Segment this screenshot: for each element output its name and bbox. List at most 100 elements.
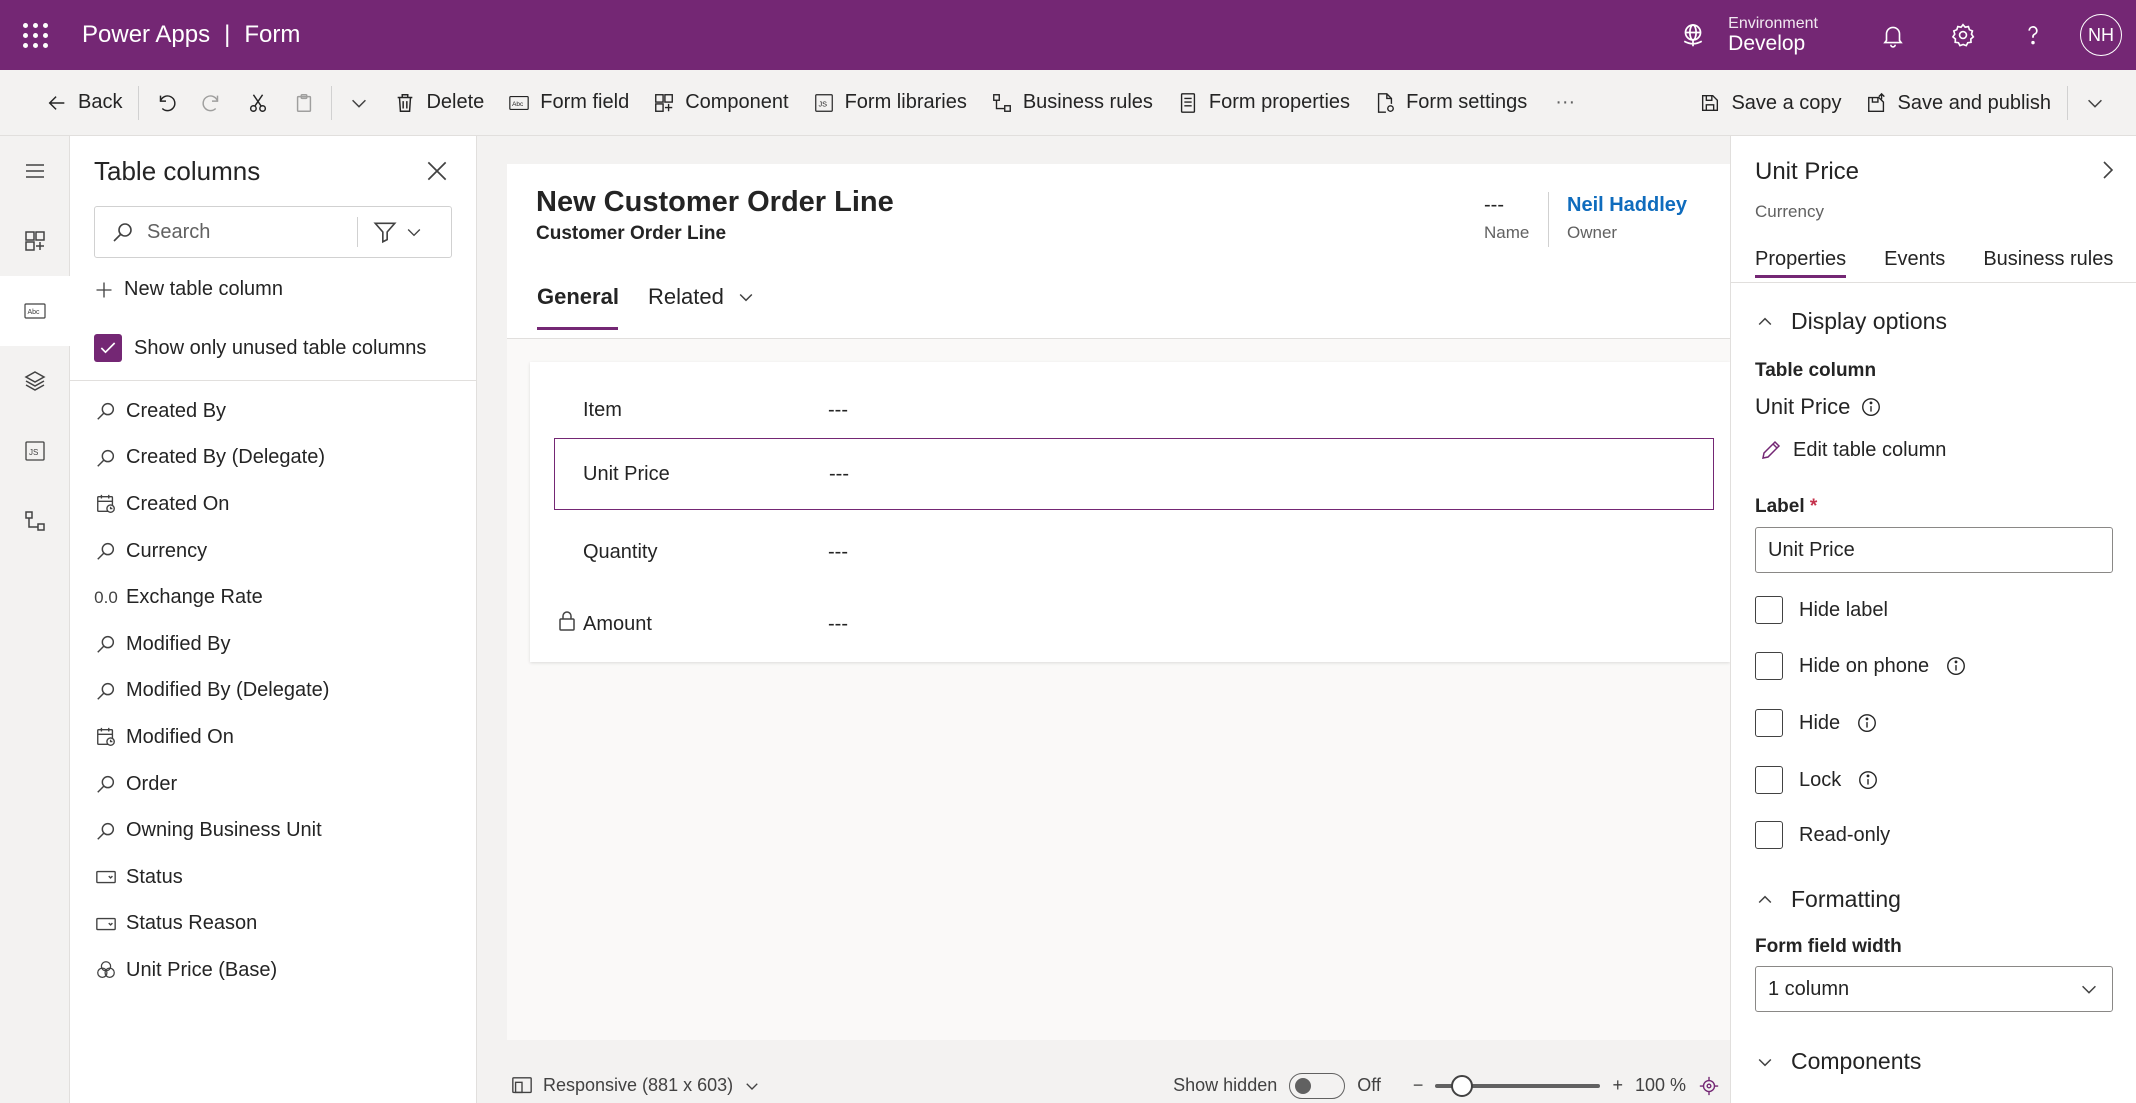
edit-table-column-button[interactable]: Edit table column [1759, 438, 1946, 462]
tab-related[interactable]: Related [648, 284, 756, 310]
layout-picker[interactable]: Responsive (881 x 603) [511, 1075, 761, 1097]
read-only-checkbox[interactable]: Read-only [1755, 821, 1890, 849]
table-column-item[interactable]: Created By (Delegate) [94, 435, 329, 482]
display-options-section[interactable]: Display options [1755, 308, 1947, 335]
components-section[interactable]: Components [1755, 1048, 1921, 1075]
owner-link[interactable]: Neil Haddley [1567, 194, 1687, 217]
checkbox[interactable] [1755, 596, 1783, 624]
table-column-item[interactable]: Modified By (Delegate) [94, 668, 329, 715]
fit-to-screen-icon[interactable] [1698, 1075, 1720, 1097]
field-quantity[interactable]: Quantity --- [530, 516, 1730, 588]
search-input[interactable] [147, 220, 357, 244]
field-item[interactable]: Item --- [530, 374, 1730, 446]
paste-button[interactable] [281, 70, 327, 136]
table-column-item[interactable]: Unit Price (Base) [94, 947, 329, 994]
form-field-button[interactable]: Abc Form field [496, 70, 641, 136]
checkbox[interactable] [1755, 709, 1783, 737]
hide-checkbox[interactable]: Hide [1755, 709, 1878, 737]
form-preview: New Customer Order Line Customer Order L… [507, 164, 1730, 1040]
table-column-item[interactable]: Created By [94, 388, 329, 435]
more-commands-button[interactable]: ··· [1539, 70, 1587, 136]
table-column-item[interactable]: Currency [94, 528, 329, 575]
close-icon[interactable] [424, 158, 450, 184]
rail-components-button[interactable] [0, 206, 70, 276]
environment-picker[interactable]: Environment Develop [1678, 15, 1818, 56]
save-options-button[interactable] [2072, 70, 2136, 136]
form-field-width-select[interactable]: 1 column [1755, 966, 2113, 1012]
tab-events[interactable]: Events [1884, 248, 1945, 278]
help-button[interactable] [1998, 0, 2068, 70]
trash-icon [398, 93, 413, 112]
rail-form-libraries-button[interactable]: JS [0, 416, 70, 486]
label-input[interactable] [1755, 527, 2113, 573]
flow-icon [992, 93, 1011, 112]
table-column-item[interactable]: Status [94, 854, 329, 901]
environment-value: Develop [1728, 32, 1806, 56]
app-name[interactable]: Power Apps [82, 21, 210, 49]
business-rules-label: Business rules [1022, 91, 1153, 113]
text-field-icon: Abc [509, 95, 530, 110]
app-launcher-icon[interactable] [0, 0, 70, 70]
info-icon[interactable] [1945, 655, 1967, 677]
table-column-item[interactable]: Modified By [94, 621, 329, 668]
field-unit-price[interactable]: Unit Price --- [554, 438, 1714, 510]
rail-business-rules-button[interactable] [0, 486, 70, 556]
table-column-heading: Table column [1755, 360, 1877, 381]
filter-button[interactable] [372, 219, 424, 245]
redo-button[interactable] [189, 70, 235, 136]
header-name-field[interactable]: --- Name [1484, 194, 1529, 243]
table-column-item[interactable]: Owning Business Unit [94, 807, 329, 854]
show-hidden-toggle[interactable] [1289, 1072, 1346, 1099]
show-unused-label: Show only unused table columns [134, 336, 427, 359]
table-column-item[interactable]: Created On [94, 481, 329, 528]
checkbox[interactable] [1755, 821, 1783, 849]
chevron-right-icon[interactable] [2095, 158, 2119, 182]
delete-button[interactable]: Delete [382, 70, 496, 136]
settings-button[interactable] [1928, 0, 1998, 70]
paste-options-button[interactable] [336, 70, 382, 136]
zoom-in-button[interactable]: + [1612, 1075, 1623, 1096]
checkbox[interactable] [1755, 766, 1783, 794]
tab-general[interactable]: General [537, 284, 619, 310]
checkbox[interactable] [1755, 652, 1783, 680]
hide-label-checkbox[interactable]: Hide label [1755, 596, 1888, 624]
undo-button[interactable] [143, 70, 189, 136]
field-amount[interactable]: Amount --- [530, 588, 1730, 660]
table-column-item[interactable]: Modified On [94, 714, 329, 761]
zoom-slider-thumb[interactable] [1450, 1074, 1473, 1097]
rail-tree-view-button[interactable] [0, 346, 70, 416]
collapse-nav-button[interactable] [0, 136, 70, 206]
hide-on-phone-checkbox[interactable]: Hide on phone [1755, 652, 1967, 680]
form-libraries-button[interactable]: JS Form libraries [801, 70, 979, 136]
chevron-down-icon [2082, 985, 2096, 994]
table-column-item[interactable]: Status Reason [94, 901, 329, 948]
info-icon[interactable] [1860, 396, 1882, 418]
table-column-item[interactable]: Order [94, 761, 329, 808]
formatting-section[interactable]: Formatting [1755, 886, 1901, 913]
header-owner-field[interactable]: Neil Haddley Owner [1567, 194, 1687, 243]
cut-button[interactable] [235, 70, 281, 136]
tab-properties[interactable]: Properties [1755, 248, 1847, 278]
zoom-out-button[interactable]: − [1413, 1075, 1424, 1096]
table-column-label: Status [126, 865, 183, 888]
business-rules-button[interactable]: Business rules [979, 70, 1165, 136]
notifications-button[interactable] [1858, 0, 1928, 70]
header-owner-label: Owner [1567, 223, 1618, 242]
info-icon[interactable] [1857, 769, 1879, 791]
avatar[interactable]: NH [2080, 14, 2122, 56]
save-copy-button[interactable]: Save a copy [1687, 70, 1853, 136]
table-column-item[interactable]: 0.0 Exchange Rate [94, 574, 329, 621]
form-properties-button[interactable]: Form properties [1165, 70, 1362, 136]
rail-table-columns-button[interactable]: Abc [0, 276, 70, 346]
component-button[interactable]: Component [641, 70, 800, 136]
lock-checkbox[interactable]: Lock [1755, 766, 1879, 794]
back-button[interactable]: Back [0, 70, 134, 136]
info-icon[interactable] [1856, 712, 1878, 734]
new-table-column-button[interactable]: New table column [94, 278, 283, 301]
save-publish-button[interactable]: Save and publish [1854, 70, 2063, 136]
zoom-slider[interactable] [1435, 1074, 1601, 1097]
tab-business-rules[interactable]: Business rules [1983, 248, 2113, 278]
checkbox-checked[interactable] [94, 334, 122, 362]
show-unused-checkbox[interactable]: Show only unused table columns [94, 334, 426, 362]
form-settings-button[interactable]: Form settings [1362, 70, 1539, 136]
